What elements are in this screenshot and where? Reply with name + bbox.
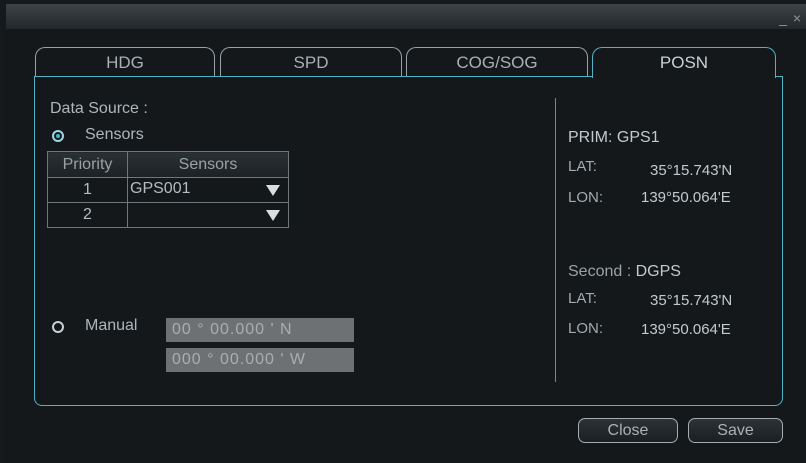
sensor-priority-table: Priority Sensors 1 GPS001 2 — [47, 151, 289, 228]
prim-label: PRIM: GPS1 — [568, 129, 660, 146]
divider — [555, 98, 556, 382]
second-lon-value: 139°50.064'E — [641, 321, 731, 338]
dropdown-arrow-icon[interactable] — [266, 185, 280, 196]
title-bar: _ × — [6, 4, 806, 29]
sensors-radio-label[interactable]: Sensors — [85, 126, 144, 144]
priority-cell: 1 — [47, 177, 128, 203]
manual-lon-field[interactable]: 000 ° 00.000 ' W — [166, 348, 354, 372]
window-controls[interactable]: _ × — [779, 10, 802, 26]
manual-radio[interactable] — [52, 321, 64, 333]
second-label: Second : DGPS — [568, 263, 681, 280]
second-lon-label: LON: — [568, 320, 604, 337]
second-value: DGPS — [635, 263, 681, 280]
sensor-select[interactable] — [127, 202, 289, 228]
tab-posn[interactable]: POSN — [592, 47, 776, 78]
manual-radio-label[interactable]: Manual — [85, 317, 137, 335]
sensors-radio[interactable] — [52, 130, 64, 142]
second-lat-value: 35°15.743'N — [650, 292, 733, 309]
posn-panel — [34, 76, 783, 406]
tab-hdg[interactable]: HDG — [35, 47, 215, 77]
close-button[interactable]: Close — [578, 418, 678, 443]
data-source-label: Data Source : — [50, 100, 148, 117]
prim-lat-label: LAT: — [568, 158, 597, 175]
prim-value: GPS1 — [616, 129, 660, 146]
sensor-select-value: GPS001 — [130, 180, 191, 197]
manual-lat-field[interactable]: 00 ° 00.000 ' N — [166, 318, 354, 342]
priority-cell: 2 — [47, 202, 128, 228]
priority-header: Priority — [47, 151, 128, 178]
tab-spd[interactable]: SPD — [220, 47, 402, 77]
second-lat-label: LAT: — [568, 290, 597, 307]
tab-cog-sog[interactable]: COG/SOG — [406, 47, 588, 77]
prim-lon-label: LON: — [568, 189, 604, 206]
prim-lon-value: 139°50.064'E — [641, 189, 731, 206]
sensor-select[interactable]: GPS001 — [127, 177, 289, 203]
table-row: 2 — [47, 202, 289, 228]
save-button[interactable]: Save — [688, 418, 783, 443]
dropdown-arrow-icon[interactable] — [266, 210, 280, 221]
sensors-header: Sensors — [127, 151, 289, 178]
table-row: 1 GPS001 — [47, 177, 289, 203]
prim-lat-value: 35°15.743'N — [650, 162, 733, 179]
